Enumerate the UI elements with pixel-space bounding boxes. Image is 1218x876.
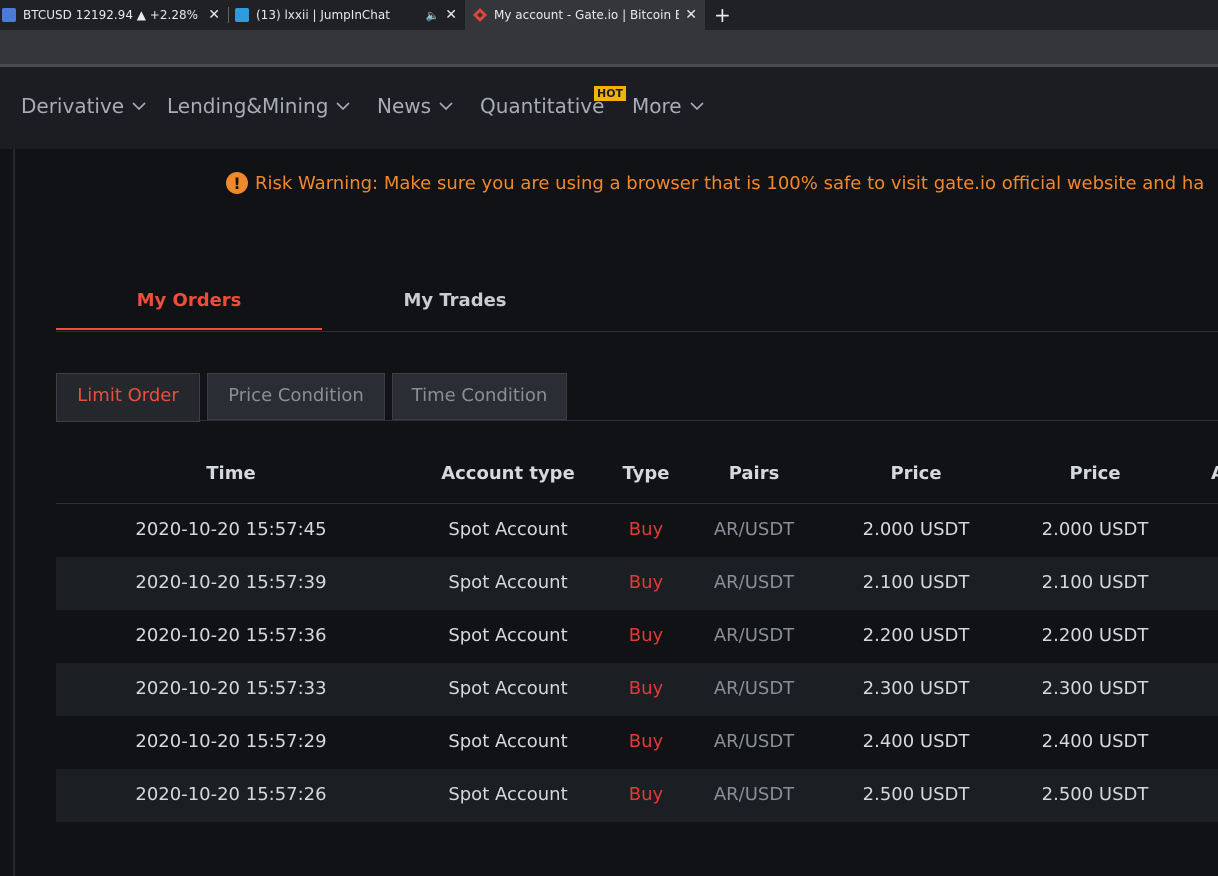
- order-time: 2020-10-20 15:57:33: [135, 678, 327, 699]
- table-row[interactable]: 2020-10-20 15:57:26 Spot Account Buy AR/…: [56, 769, 1218, 822]
- chevron-down-icon: [132, 102, 146, 111]
- browser-tab-jumpinchat[interactable]: (13) lxxii | JumpInChat 🔈 ✕: [229, 0, 465, 30]
- order-account-type: Spot Account: [448, 784, 568, 805]
- orders-tabs: My Orders My Trades: [56, 280, 1218, 332]
- risk-warning: ! Risk Warning: Make sure you are using …: [226, 172, 1204, 194]
- order-pair: AR/USDT: [713, 731, 795, 752]
- speaker-icon[interactable]: 🔈: [426, 9, 440, 22]
- column-header-time: Time: [206, 463, 256, 484]
- nav-item-label: More: [632, 94, 682, 118]
- tab-title: BTCUSD 12192.94 ▲ +2.28% XBT: [23, 8, 202, 22]
- order-account-type: Spot Account: [448, 625, 568, 646]
- order-type: Buy: [628, 519, 664, 540]
- close-tab-icon[interactable]: ✕: [208, 7, 220, 23]
- tab-my-trades[interactable]: My Trades: [322, 280, 588, 330]
- column-header-account-type: Account type: [441, 463, 575, 484]
- column-header-pairs: Pairs: [728, 463, 780, 484]
- close-tab-icon[interactable]: ✕: [445, 7, 457, 23]
- table-row[interactable]: 2020-10-20 15:57:29 Spot Account Buy AR/…: [56, 716, 1218, 769]
- warning-icon: !: [226, 172, 248, 194]
- order-type: Buy: [628, 731, 664, 752]
- chevron-down-icon: [690, 102, 704, 111]
- order-type-tabs: Limit Order Price Condition Time Conditi…: [56, 373, 1218, 422]
- order-price-2: 2.500 USDT: [1041, 784, 1149, 805]
- browser-tab-btcusd[interactable]: BTCUSD 12192.94 ▲ +2.28% XBT ✕: [0, 0, 228, 30]
- tab-time-condition[interactable]: Time Condition: [392, 373, 567, 420]
- order-account-type: Spot Account: [448, 519, 568, 540]
- table-row[interactable]: 2020-10-20 15:57:45 Spot Account Buy AR/…: [56, 504, 1218, 557]
- site-nav: Derivative Lending&Mining News Quantitat…: [0, 67, 1218, 149]
- address-bar[interactable]: [0, 30, 1218, 64]
- order-price-2: 2.400 USDT: [1041, 731, 1149, 752]
- nav-item-derivative[interactable]: Derivative: [21, 94, 147, 118]
- hot-badge: HOT: [594, 86, 627, 101]
- close-tab-icon[interactable]: ✕: [685, 7, 697, 23]
- order-price-2: 2.300 USDT: [1041, 678, 1149, 699]
- order-pair: AR/USDT: [713, 625, 795, 646]
- gateio-favicon-icon: [473, 8, 487, 22]
- order-account-type: Spot Account: [448, 731, 568, 752]
- tab-title: (13) lxxii | JumpInChat: [256, 8, 390, 22]
- order-type: Buy: [628, 784, 664, 805]
- order-time: 2020-10-20 15:57:36: [135, 625, 327, 646]
- tab-price-condition[interactable]: Price Condition: [207, 373, 385, 420]
- nav-item-label: Derivative: [21, 94, 125, 118]
- tab-limit-order[interactable]: Limit Order: [56, 373, 200, 422]
- tradingview-favicon-icon: [2, 8, 16, 22]
- nav-item-label: Lending&Mining: [167, 94, 329, 118]
- order-account-type: Spot Account: [448, 572, 568, 593]
- nav-item-label: News: [377, 94, 432, 118]
- column-header-type: Type: [622, 463, 670, 484]
- table-body: 2020-10-20 15:57:45 Spot Account Buy AR/…: [56, 504, 1218, 822]
- nav-item-label: Quantitative: [480, 94, 605, 118]
- order-price: 2.300 USDT: [862, 678, 970, 699]
- jumpinchat-favicon-icon: [235, 8, 249, 22]
- order-pair: AR/USDT: [713, 784, 795, 805]
- column-header-price-2: Price: [1069, 463, 1121, 484]
- column-header-price: Price: [890, 463, 942, 484]
- orders-table: Time Account type Type Pairs Price Price…: [56, 448, 1218, 822]
- order-type: Buy: [628, 572, 664, 593]
- table-header: Time Account type Type Pairs Price Price…: [56, 448, 1218, 504]
- sidebar-divider: [13, 149, 15, 876]
- order-time: 2020-10-20 15:57:26: [135, 784, 327, 805]
- new-tab-button[interactable]: +: [714, 3, 731, 27]
- order-time: 2020-10-20 15:57:45: [135, 519, 327, 540]
- risk-warning-text: Risk Warning: Make sure you are using a …: [255, 172, 1205, 194]
- chevron-down-icon: [336, 102, 350, 111]
- order-price: 2.000 USDT: [862, 519, 970, 540]
- nav-item-quantitative[interactable]: Quantitative: [480, 94, 604, 118]
- order-time: 2020-10-20 15:57:29: [135, 731, 327, 752]
- order-price-2: 2.000 USDT: [1041, 519, 1149, 540]
- column-header-truncated: A: [1211, 463, 1218, 484]
- order-price-2: 2.200 USDT: [1041, 625, 1149, 646]
- order-type: Buy: [628, 625, 664, 646]
- nav-item-lending-mining[interactable]: Lending&Mining: [167, 94, 351, 118]
- tab-my-orders[interactable]: My Orders: [56, 280, 322, 330]
- order-price: 2.100 USDT: [862, 572, 970, 593]
- order-type: Buy: [628, 678, 664, 699]
- order-time: 2020-10-20 15:57:39: [135, 572, 327, 593]
- nav-item-news[interactable]: News: [377, 94, 454, 118]
- order-price-2: 2.100 USDT: [1041, 572, 1149, 593]
- order-account-type: Spot Account: [448, 678, 568, 699]
- order-price: 2.500 USDT: [862, 784, 970, 805]
- order-pair: AR/USDT: [713, 519, 795, 540]
- order-price: 2.200 USDT: [862, 625, 970, 646]
- browser-tab-gateio[interactable]: My account - Gate.io | Bitcoin Exch ✕: [465, 0, 705, 30]
- table-row[interactable]: 2020-10-20 15:57:33 Spot Account Buy AR/…: [56, 663, 1218, 716]
- tab-title: My account - Gate.io | Bitcoin Exch: [494, 8, 680, 22]
- order-pair: AR/USDT: [713, 678, 795, 699]
- chevron-down-icon: [439, 102, 453, 111]
- order-pair: AR/USDT: [713, 572, 795, 593]
- table-row[interactable]: 2020-10-20 15:57:36 Spot Account Buy AR/…: [56, 610, 1218, 663]
- browser-tab-strip: BTCUSD 12192.94 ▲ +2.28% XBT ✕ (13) lxxi…: [0, 0, 1218, 30]
- nav-item-more[interactable]: More: [632, 94, 705, 118]
- table-row[interactable]: 2020-10-20 15:57:39 Spot Account Buy AR/…: [56, 557, 1218, 610]
- order-price: 2.400 USDT: [862, 731, 970, 752]
